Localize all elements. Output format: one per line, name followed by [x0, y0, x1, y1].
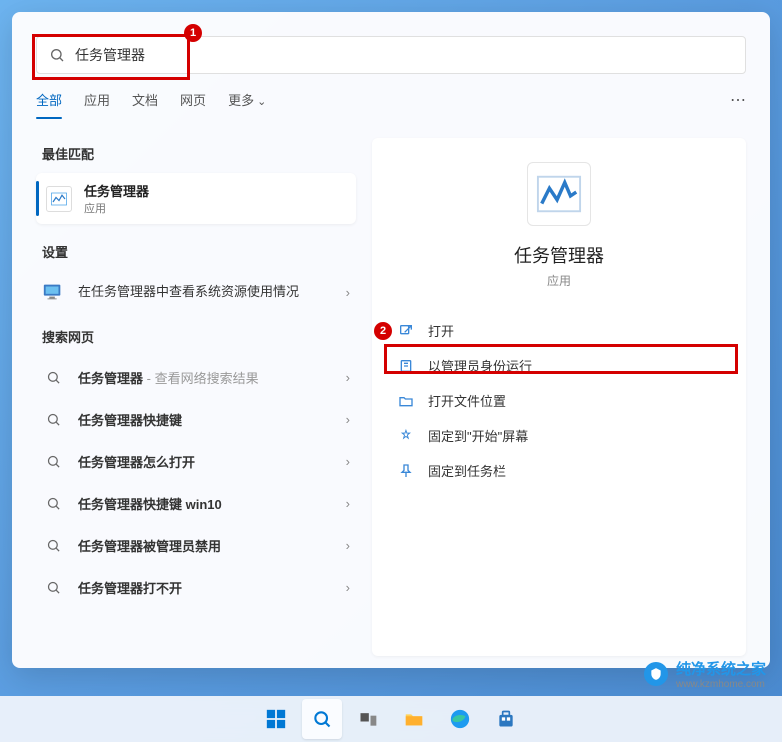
- pin-taskbar-icon: [398, 463, 414, 479]
- action-file-location[interactable]: 打开文件位置: [384, 383, 734, 418]
- best-match-title: 任务管理器: [84, 181, 149, 200]
- chevron-right-icon: ›: [346, 454, 350, 469]
- tab-more[interactable]: 更多: [228, 90, 266, 119]
- search-icon: [42, 408, 64, 430]
- action-run-admin-label: 以管理员身份运行: [428, 356, 532, 375]
- best-match-item[interactable]: 任务管理器 应用: [36, 173, 356, 224]
- web-result-label: 任务管理器快捷键 win10: [78, 494, 222, 513]
- best-match-subtitle: 应用: [84, 200, 149, 216]
- taskbar-taskview[interactable]: [348, 699, 388, 739]
- app-card: 任务管理器 应用: [372, 162, 746, 289]
- ellipsis-icon[interactable]: ⋯: [730, 90, 746, 110]
- detail-title: 任务管理器: [514, 242, 604, 268]
- web-result-3[interactable]: 任务管理器快捷键 win10 ›: [36, 482, 356, 524]
- web-result-label: 任务管理器打不开: [78, 578, 182, 597]
- taskbar-explorer[interactable]: [394, 699, 434, 739]
- searchbox-container: [12, 12, 770, 74]
- search-input[interactable]: [75, 47, 733, 63]
- action-open-label: 打开: [428, 321, 454, 340]
- taskbar-edge[interactable]: [440, 699, 480, 739]
- taskbar: [0, 696, 782, 742]
- web-result-label: 任务管理器被管理员禁用: [78, 536, 221, 555]
- web-result-label: 任务管理器怎么打开: [78, 452, 195, 471]
- search-icon: [42, 576, 64, 598]
- action-file-location-label: 打开文件位置: [428, 391, 506, 410]
- tab-docs[interactable]: 文档: [132, 90, 158, 119]
- chevron-right-icon: ›: [346, 285, 350, 300]
- action-open[interactable]: 打开: [384, 313, 734, 348]
- action-pin-taskbar-label: 固定到任务栏: [428, 461, 506, 480]
- search-icon: [49, 47, 65, 63]
- web-result-2[interactable]: 任务管理器怎么打开 ›: [36, 440, 356, 482]
- app-large-icon: [527, 162, 591, 226]
- action-pin-start-label: 固定到"开始"屏幕: [428, 426, 528, 445]
- tab-apps[interactable]: 应用: [84, 90, 110, 119]
- watermark: 纯净系统之家 www.kzmhome.com: [644, 658, 766, 690]
- tabs-row: 全部 应用 文档 网页 更多 ⋯: [12, 74, 770, 120]
- detail-panel: 任务管理器 应用 2 打开 以管理员身份运行 打开文件位置: [372, 138, 746, 656]
- chevron-right-icon: ›: [346, 580, 350, 595]
- section-web: 搜索网页: [42, 327, 356, 346]
- watermark-icon: [644, 662, 668, 686]
- taskbar-start[interactable]: [256, 699, 296, 739]
- tab-web[interactable]: 网页: [180, 90, 206, 119]
- detail-subtitle: 应用: [547, 272, 571, 289]
- taskbar-search[interactable]: [302, 699, 342, 739]
- web-result-label: 任务管理器快捷键: [78, 410, 182, 429]
- search-panel: 1 全部 应用 文档 网页 更多 ⋯ 最佳匹配 任务管理器 应用 设: [12, 12, 770, 668]
- action-pin-taskbar[interactable]: 固定到任务栏: [384, 453, 734, 488]
- web-result-0[interactable]: 任务管理器 - 查看网络搜索结果 ›: [36, 356, 356, 398]
- annotation-badge-2: 2: [374, 322, 392, 340]
- search-icon: [42, 534, 64, 556]
- chevron-right-icon: ›: [346, 538, 350, 553]
- settings-result[interactable]: 在任务管理器中查看系统资源使用情况 ›: [36, 271, 356, 313]
- web-result-4[interactable]: 任务管理器被管理员禁用 ›: [36, 524, 356, 566]
- watermark-name: 纯净系统之家: [676, 661, 766, 678]
- folder-icon: [398, 393, 414, 409]
- tab-all[interactable]: 全部: [36, 90, 62, 119]
- watermark-url: www.kzmhome.com: [676, 679, 766, 690]
- section-best-match: 最佳匹配: [42, 144, 356, 163]
- annotation-badge-1: 1: [184, 24, 202, 42]
- pin-icon: [398, 428, 414, 444]
- shield-icon: [398, 358, 414, 374]
- web-result-1[interactable]: 任务管理器快捷键 ›: [36, 398, 356, 440]
- web-result-5[interactable]: 任务管理器打不开 ›: [36, 566, 356, 608]
- taskmgr-icon: [46, 186, 72, 212]
- results-column: 最佳匹配 任务管理器 应用 设置 在任务管理器中查看系统资源使用情况 › 搜索网…: [36, 138, 356, 656]
- section-settings: 设置: [42, 242, 356, 261]
- search-icon: [42, 450, 64, 472]
- action-pin-start[interactable]: 固定到"开始"屏幕: [384, 418, 734, 453]
- chevron-right-icon: ›: [346, 496, 350, 511]
- action-run-admin[interactable]: 以管理员身份运行: [384, 348, 734, 383]
- open-icon: [398, 323, 414, 339]
- search-icon: [42, 366, 64, 388]
- taskbar-store[interactable]: [486, 699, 526, 739]
- best-match-text: 任务管理器 应用: [84, 181, 149, 216]
- settings-result-label: 在任务管理器中查看系统资源使用情况: [78, 283, 299, 301]
- search-input-box[interactable]: [36, 36, 746, 74]
- web-result-label: 任务管理器 - 查看网络搜索结果: [78, 368, 259, 387]
- monitor-icon: [42, 281, 64, 303]
- actions-list: 打开 以管理员身份运行 打开文件位置 固定到"开始"屏幕 固定到任务栏: [372, 313, 746, 488]
- chevron-right-icon: ›: [346, 370, 350, 385]
- content-area: 最佳匹配 任务管理器 应用 设置 在任务管理器中查看系统资源使用情况 › 搜索网…: [12, 120, 770, 656]
- chevron-right-icon: ›: [346, 412, 350, 427]
- search-icon: [42, 492, 64, 514]
